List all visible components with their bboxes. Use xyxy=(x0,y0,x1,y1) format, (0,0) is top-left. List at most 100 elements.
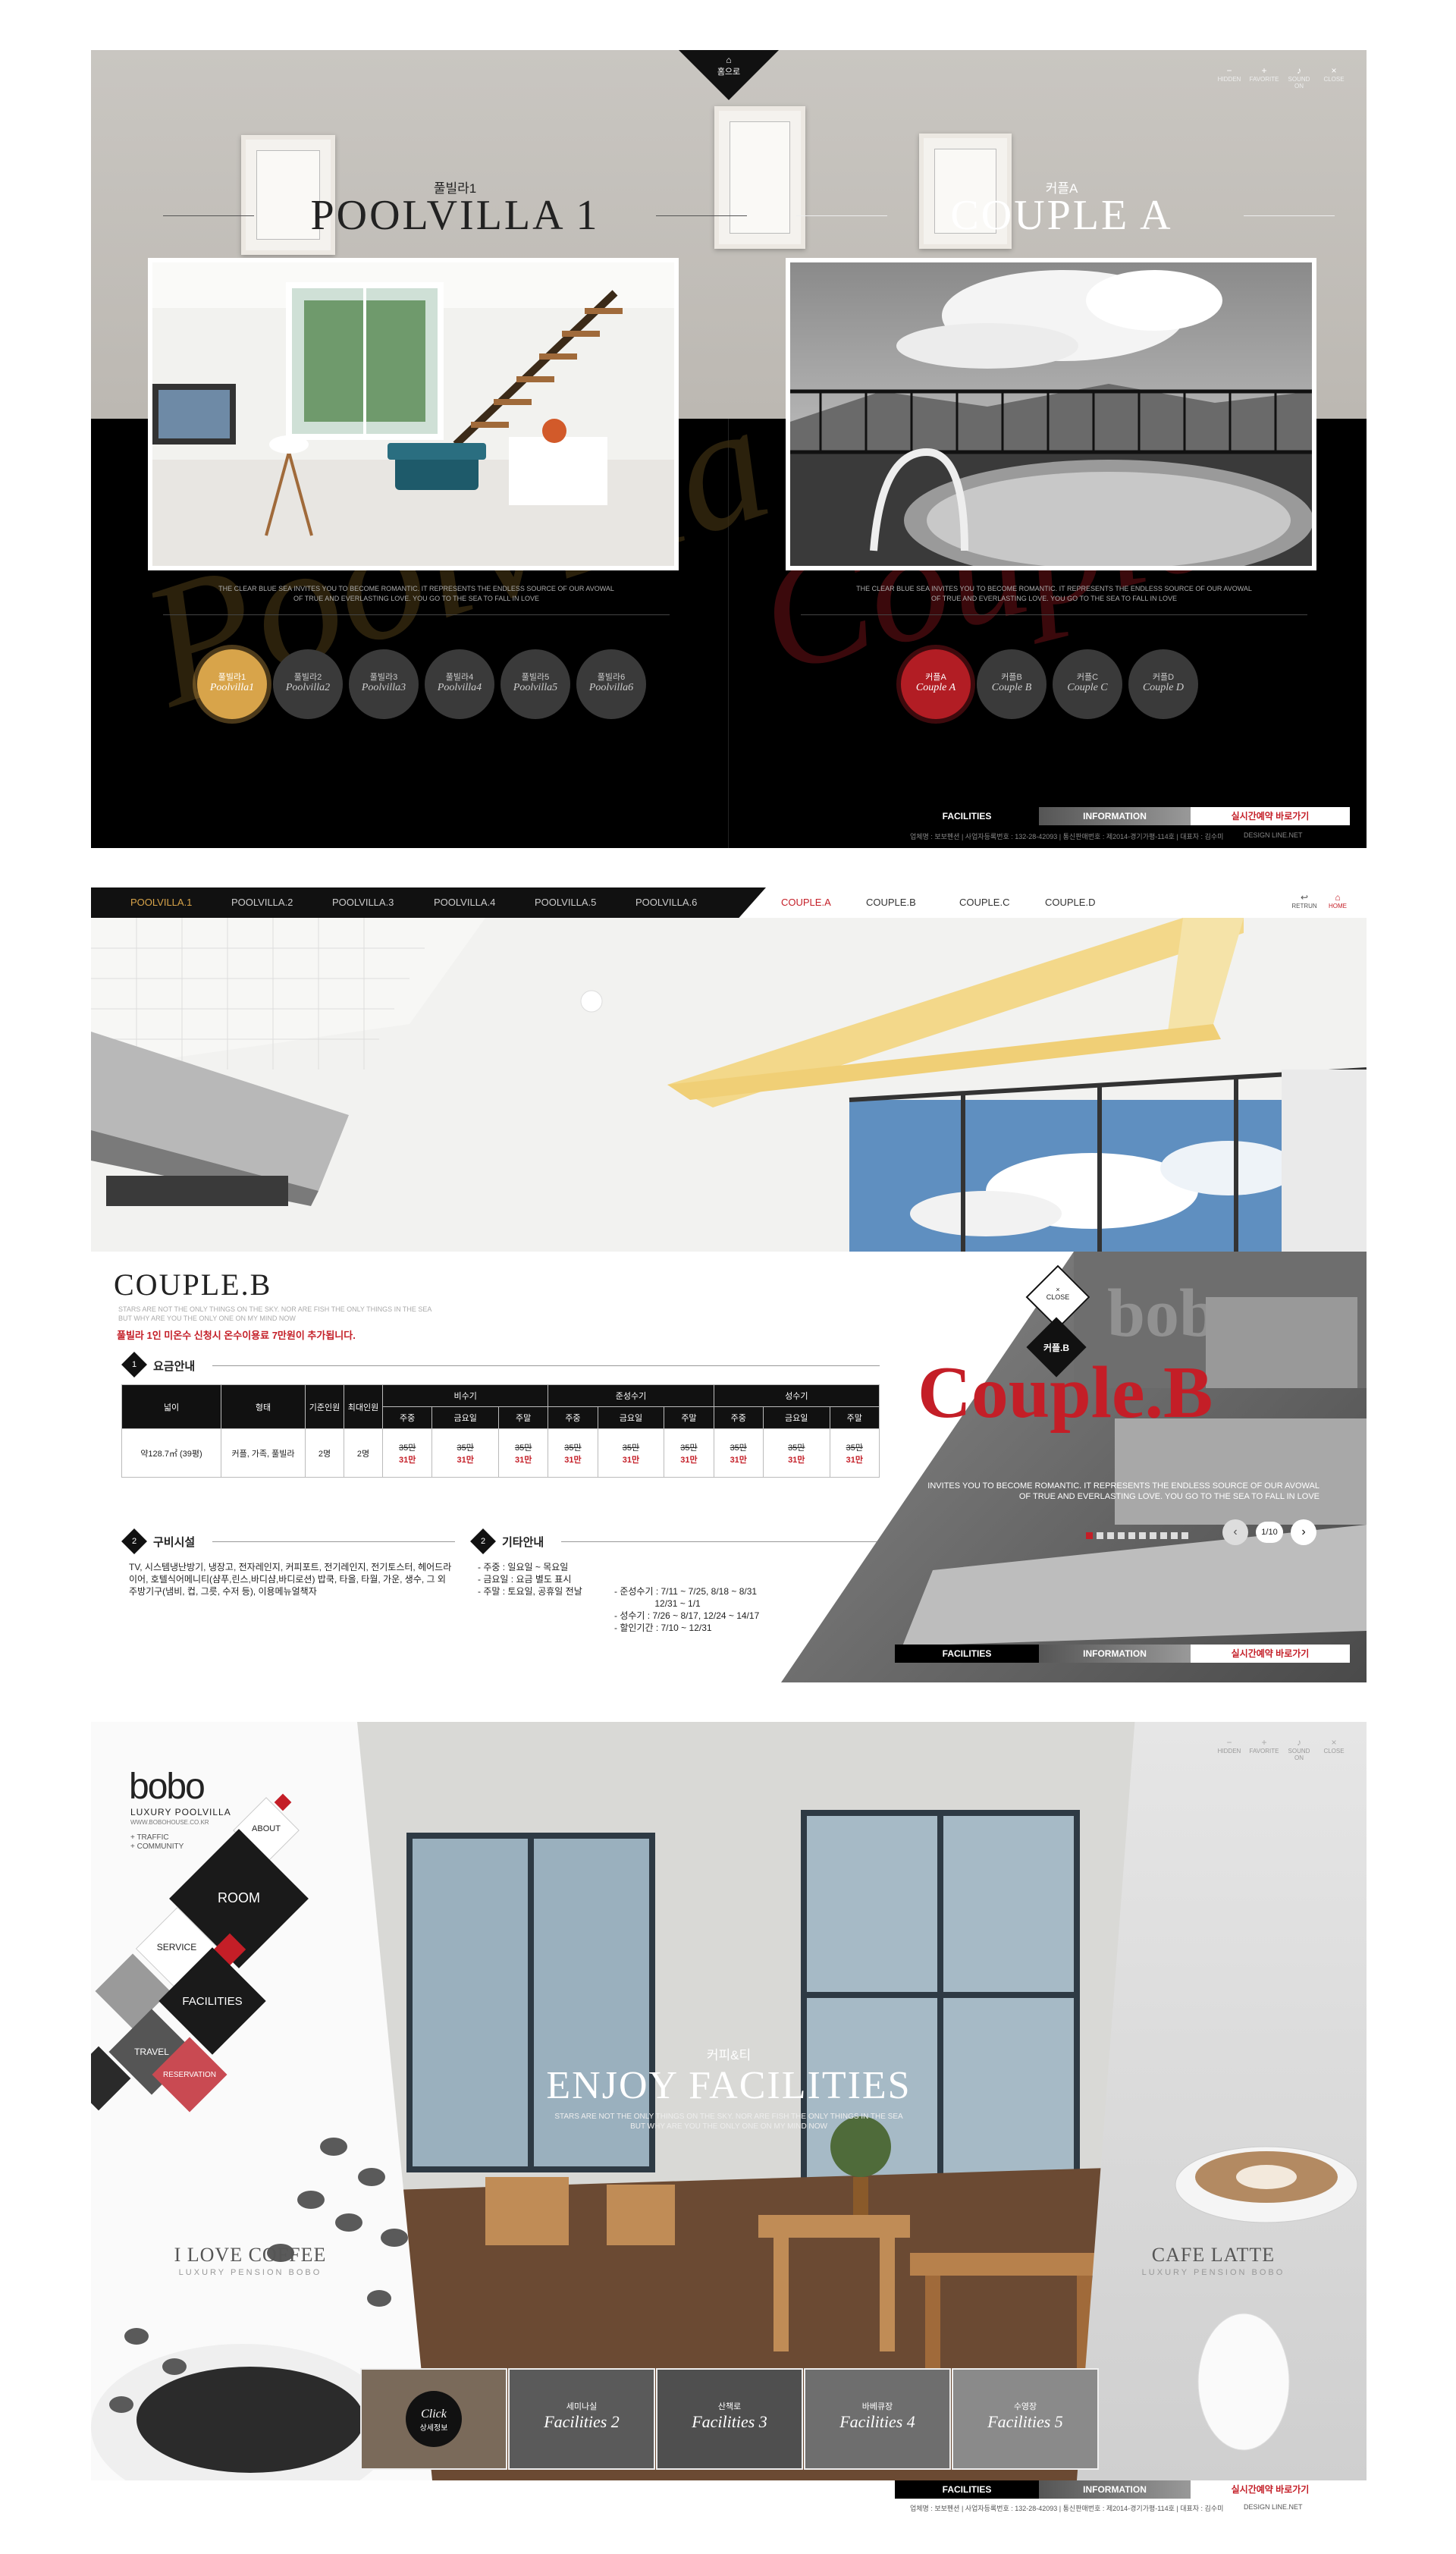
favorite-button[interactable]: + FAVORITE xyxy=(1248,1737,1280,1755)
minus-icon: − xyxy=(1226,1737,1232,1748)
poolvilla-photo[interactable] xyxy=(148,258,679,570)
next-slide-button[interactable]: › xyxy=(1291,1519,1316,1545)
sound-icon: ♪ xyxy=(1297,65,1301,76)
traffic-link[interactable]: + TRAFFIC xyxy=(130,1833,184,1842)
brand-watermark: bobo xyxy=(1107,1276,1252,1351)
menu-service[interactable]: SERVICE xyxy=(146,1942,207,1952)
slide-dot[interactable] xyxy=(1097,1532,1103,1539)
information-tab[interactable]: INFORMATION xyxy=(1039,807,1191,825)
facility-title: ENJOY FACILITIES xyxy=(546,2064,912,2107)
facilities-tab[interactable]: FACILITIES xyxy=(895,2480,1039,2499)
home-label[interactable]: ⌂ 홈으로 xyxy=(704,55,754,77)
slide-dot[interactable] xyxy=(1160,1532,1167,1539)
bobo-logo[interactable]: bobo xyxy=(129,1766,206,1808)
close-label[interactable]: × CLOSE xyxy=(1031,1286,1084,1301)
price-table: 넓이 형태 기준인원 최대인원 비수기 준성수기 성수기 주중 금요일 주말 주중 금… xyxy=(121,1384,880,1478)
home-button-2[interactable]: ⌂ HOME xyxy=(1323,892,1353,909)
left-caption-sub: LUXURY PENSION BOBO xyxy=(178,2268,322,2277)
room-circle-poolvilla3[interactable]: 풀빌라3 Poolvilla3 xyxy=(349,649,419,719)
click-detail-badge[interactable]: Click 상세정보 xyxy=(406,2391,462,2447)
nav-poolvilla-6[interactable]: POOLVILLA.6 xyxy=(635,897,697,908)
section-number-3: 2 xyxy=(470,1528,496,1554)
sound-button[interactable]: ♪ SOUND ON xyxy=(1283,1737,1315,1761)
nav-couple-c[interactable]: COUPLE.C xyxy=(959,897,1009,908)
right-caption-sub: LUXURY PENSION BOBO xyxy=(1141,2268,1285,2277)
slide-counter: 1/10 xyxy=(1256,1522,1283,1543)
menu-room[interactable]: ROOM xyxy=(205,1890,273,1906)
facility-thumb-1[interactable]: Click 상세정보 xyxy=(360,2368,507,2470)
th-season-low: 비수기 xyxy=(381,1384,549,1407)
room-circle-couple-c[interactable]: 커플C Couple C xyxy=(1053,649,1122,719)
facilities-tab[interactable]: FACILITIES xyxy=(895,1645,1039,1663)
slide-dot[interactable] xyxy=(1128,1532,1135,1539)
hidden-button[interactable]: − HIDDEN xyxy=(1213,65,1245,83)
facilities-tab[interactable]: FACILITIES xyxy=(895,807,1039,825)
reservation-tab[interactable]: 실시간예약 바로가기 xyxy=(1191,807,1350,825)
title-rule xyxy=(656,215,747,216)
nav-poolvilla-5[interactable]: POOLVILLA.5 xyxy=(535,897,596,908)
room-circle-poolvilla1[interactable]: 풀빌라1 Poolvilla1 xyxy=(197,649,267,719)
nav-poolvilla-1[interactable]: POOLVILLA.1 xyxy=(130,897,192,908)
favorite-button[interactable]: + FAVORITE xyxy=(1248,65,1280,83)
community-link[interactable]: + COMMUNITY xyxy=(130,1842,184,1852)
room-circle-poolvilla2[interactable]: 풀빌라2 Poolvilla2 xyxy=(273,649,343,719)
slide-dot-active[interactable] xyxy=(1086,1532,1093,1539)
th-day: 금요일 xyxy=(597,1406,665,1429)
room-circle-poolvilla5[interactable]: 풀빌라5 Poolvilla5 xyxy=(500,649,570,719)
heading-rule xyxy=(561,1541,880,1542)
amenities-text: TV, 시스템냉난방기, 냉장고, 전자레인지, 커피포트, 전기레인지, 전기… xyxy=(129,1562,452,1597)
th-base: 기준인원 xyxy=(305,1384,344,1429)
menu-reservation[interactable]: RESERVATION xyxy=(152,2071,228,2079)
room-circle-poolvilla4[interactable]: 풀빌라4 Poolvilla4 xyxy=(425,649,494,719)
close-button[interactable]: × CLOSE xyxy=(1318,65,1350,83)
nav-poolvilla-3[interactable]: POOLVILLA.3 xyxy=(332,897,394,908)
couple-b-detail: POOLVILLA.1 POOLVILLA.2 POOLVILLA.3 POOL… xyxy=(91,887,1367,1682)
slide-dot[interactable] xyxy=(1107,1532,1114,1539)
facility-thumb-5[interactable]: 수영장 Facilities 5 xyxy=(952,2368,1099,2470)
nav-couple-d[interactable]: COUPLE.D xyxy=(1045,897,1095,908)
close-button[interactable]: × CLOSE xyxy=(1318,1737,1350,1755)
left-caption: I LOVE COFFEE xyxy=(174,2244,327,2266)
price-cell: 35만 31만 xyxy=(497,1428,549,1478)
cell-area: 약128.7㎡ (39평) xyxy=(121,1428,221,1478)
design-credit: DESIGN LINE.NET xyxy=(1244,831,1303,839)
room-title: COUPLE.B xyxy=(114,1268,272,1302)
logo-subtitle: LUXURY POOLVILLA xyxy=(130,1807,231,1817)
th-day: 주중 xyxy=(713,1406,764,1429)
cell-max: 2명 xyxy=(344,1428,383,1478)
design-credit: DESIGN LINE.NET xyxy=(1244,2503,1303,2511)
menu-facilities[interactable]: FACILITIES xyxy=(174,1995,250,2008)
menu-about[interactable]: ABOUT xyxy=(240,1824,293,1833)
prev-slide-button[interactable]: ‹ xyxy=(1222,1519,1248,1545)
heading-rule xyxy=(212,1365,880,1366)
nav-couple-a[interactable]: COUPLE.A xyxy=(781,897,831,908)
room-circle-couple-a[interactable]: 커플A Couple A xyxy=(901,649,971,719)
room-circle-poolvilla6[interactable]: 풀빌라6 Poolvilla6 xyxy=(576,649,646,719)
sound-button[interactable]: ♪ SOUND ON xyxy=(1283,65,1315,90)
room-circle-couple-d[interactable]: 커플D Couple D xyxy=(1128,649,1198,719)
facility-thumb-4[interactable]: 바베큐장 Facilities 4 xyxy=(804,2368,951,2470)
information-tab[interactable]: INFORMATION xyxy=(1039,2480,1191,2499)
information-tab[interactable]: INFORMATION xyxy=(1039,1645,1191,1663)
close-icon: × xyxy=(1056,1286,1060,1293)
slide-dot[interactable] xyxy=(1150,1532,1156,1539)
nav-couple-b[interactable]: COUPLE.B xyxy=(866,897,916,908)
slide-dot[interactable] xyxy=(1171,1532,1178,1539)
couple-a-photo[interactable] xyxy=(786,258,1316,570)
wall-frame xyxy=(714,106,805,249)
facility-thumb-3[interactable]: 산책로 Facilities 3 xyxy=(656,2368,803,2470)
nav-poolvilla-4[interactable]: POOLVILLA.4 xyxy=(434,897,495,908)
room-circle-couple-b[interactable]: 커플B Couple B xyxy=(977,649,1046,719)
hidden-button[interactable]: − HIDDEN xyxy=(1213,1737,1245,1755)
return-button[interactable]: ↩ RETRUN xyxy=(1289,892,1320,909)
nav-poolvilla-2[interactable]: POOLVILLA.2 xyxy=(231,897,293,908)
right-tagline: THE CLEAR BLUE SEA INVITES YOU TO BECOME… xyxy=(856,585,1252,602)
facility-subtitle: STARS ARE NOT THE ONLY THINGS ON THE SKY… xyxy=(554,2113,903,2131)
reservation-tab[interactable]: 실시간예약 바로가기 xyxy=(1191,2480,1350,2499)
slide-dot[interactable] xyxy=(1181,1532,1188,1539)
slide-dot[interactable] xyxy=(1118,1532,1125,1539)
facility-thumb-2[interactable]: 세미나실 Facilities 2 xyxy=(508,2368,655,2470)
home-icon: ⌂ xyxy=(726,55,732,65)
reservation-tab[interactable]: 실시간예약 바로가기 xyxy=(1191,1645,1350,1663)
slide-dot[interactable] xyxy=(1139,1532,1146,1539)
